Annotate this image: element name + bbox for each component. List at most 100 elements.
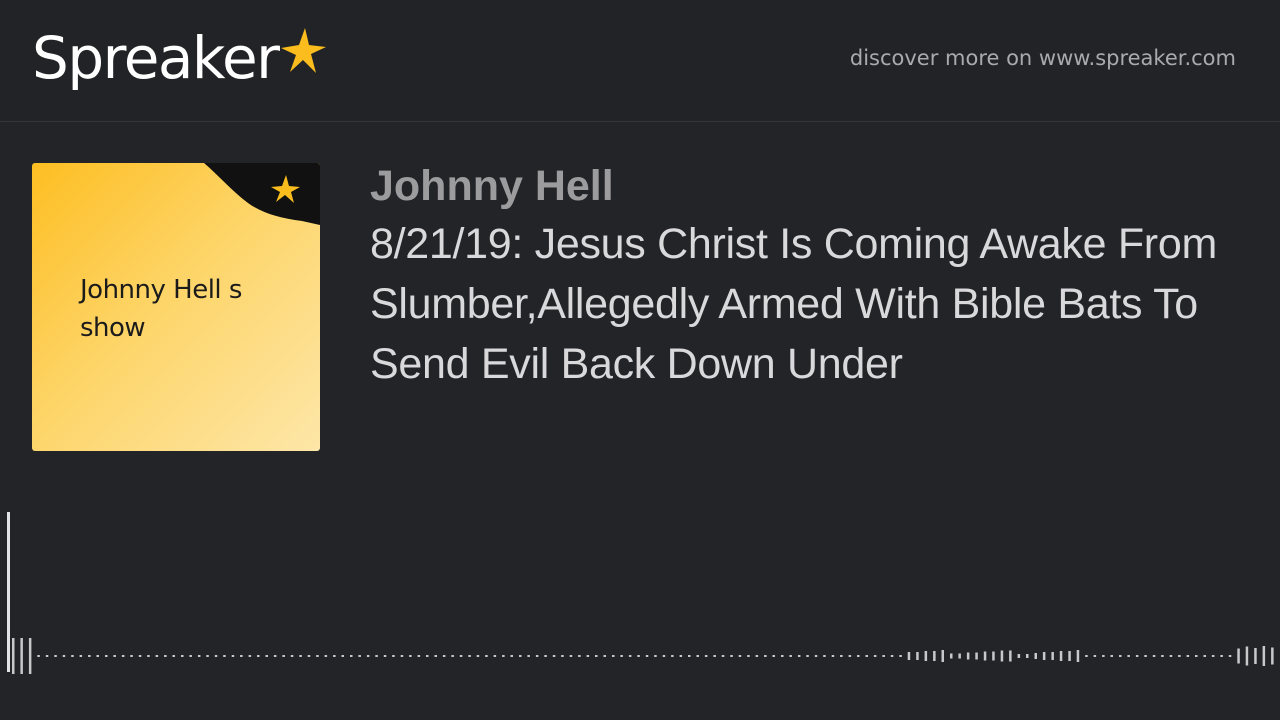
waveform-bar [831, 655, 835, 657]
waveform-bar [688, 655, 691, 657]
waveform-bar [426, 655, 429, 657]
waveform-bar [1245, 646, 1249, 666]
waveform-bar [265, 655, 268, 657]
waveform-bar [1220, 655, 1223, 657]
waveform-bar [704, 655, 708, 657]
audio-waveform[interactable] [0, 500, 1280, 680]
waveform-bar [941, 650, 944, 662]
waveform-bar [1034, 653, 1037, 659]
waveform-bar [983, 651, 987, 661]
waveform-bar [45, 655, 49, 657]
waveform-bar [628, 655, 632, 657]
waveform-bar [1161, 655, 1164, 657]
waveform-bar [1009, 650, 1012, 662]
waveform-bar [417, 655, 421, 657]
waveform-bar [781, 655, 784, 657]
waveform-bar [290, 655, 294, 657]
waveform-bar [105, 655, 108, 657]
waveform-bar [164, 655, 167, 657]
waveform-bar [679, 655, 683, 657]
waveform-bar [1093, 655, 1097, 657]
waveform-bar [12, 638, 15, 674]
cover-title: Johnny Hell s show [80, 275, 242, 343]
waveform-bar [958, 653, 961, 659]
waveform-bar [1262, 646, 1266, 666]
waveform-bar [248, 655, 252, 657]
waveform-bar [307, 655, 311, 657]
discover-link[interactable]: discover more on www.spreaker.com [850, 46, 1236, 70]
waveform-bar [189, 655, 192, 657]
waveform-bar [510, 655, 513, 657]
waveform-bar [620, 655, 623, 657]
waveform-bar [747, 655, 750, 657]
waveform-bar [79, 655, 83, 657]
waveform-bar [20, 638, 23, 674]
waveform-bar [350, 655, 353, 657]
waveform-bar [206, 655, 209, 657]
waveform-bar [1017, 654, 1021, 658]
waveform-bar [578, 655, 581, 657]
waveform-bar [696, 655, 699, 657]
waveform-bar [1085, 655, 1088, 657]
waveform-bar [950, 653, 953, 659]
waveform-bar [975, 652, 978, 660]
waveform-bar [899, 655, 902, 657]
waveform-bar [434, 655, 437, 657]
spreaker-logo[interactable]: Spreaker [32, 18, 328, 98]
waveform-bar [502, 655, 505, 657]
waveform-bar [603, 655, 606, 657]
waveform-bar [1068, 651, 1071, 661]
waveform-bar [366, 655, 370, 657]
waveform-bar [121, 655, 125, 657]
waveform-bar [1127, 655, 1130, 657]
waveform-bar [147, 655, 150, 657]
waveform-bar [1110, 655, 1113, 657]
waveform-bar [916, 652, 919, 660]
waveform-bar [485, 655, 488, 657]
waveform-bar [1237, 648, 1240, 664]
waveform-bar [1228, 655, 1232, 657]
waveform-bar [181, 655, 184, 657]
waveform-bar [88, 655, 91, 657]
logo-wordmark: Spreaker [32, 24, 280, 92]
waveform-bar [535, 655, 539, 657]
waveform-bar [865, 655, 868, 657]
playhead [7, 512, 10, 672]
waveform-bar [324, 655, 328, 657]
waveform-bar [527, 655, 530, 657]
waveform-bar [392, 655, 395, 657]
waveform-bar [966, 652, 970, 660]
waveform-bar [789, 655, 792, 657]
waveform-bar [1203, 655, 1206, 657]
waveform-bar [37, 655, 40, 657]
waveform-bar [671, 655, 674, 657]
waveform-bar [662, 655, 666, 657]
waveform-bar [172, 655, 175, 657]
waveform-bar [848, 655, 852, 657]
waveform-bar [54, 655, 57, 657]
waveform-bar [1051, 652, 1054, 660]
waveform-bar [561, 655, 564, 657]
waveform-bar [62, 655, 66, 657]
waveform-bar [873, 655, 877, 657]
waveform-bar [1026, 654, 1029, 658]
waveform-bar [1102, 655, 1105, 657]
waveform-bar [451, 655, 454, 657]
waveform-bar [933, 651, 936, 661]
waveform-bar [231, 655, 235, 657]
waveform-bar [71, 655, 74, 657]
waveform-bar [857, 655, 860, 657]
waveform-bar [409, 655, 412, 657]
waveform-bar [840, 655, 843, 657]
video-frame: Spreaker discover more on www.spreaker.c… [0, 0, 1280, 720]
waveform-bar [383, 655, 387, 657]
waveform-bar [493, 655, 497, 657]
waveform-bar [924, 651, 928, 661]
header-bar: Spreaker discover more on www.spreaker.c… [0, 0, 1280, 122]
waveform-bar [806, 655, 809, 657]
waveform-bar [654, 655, 657, 657]
waveform-bar [273, 655, 277, 657]
waveform-bar [890, 655, 894, 657]
waveform-bar [823, 655, 826, 657]
waveform-bar [155, 655, 159, 657]
